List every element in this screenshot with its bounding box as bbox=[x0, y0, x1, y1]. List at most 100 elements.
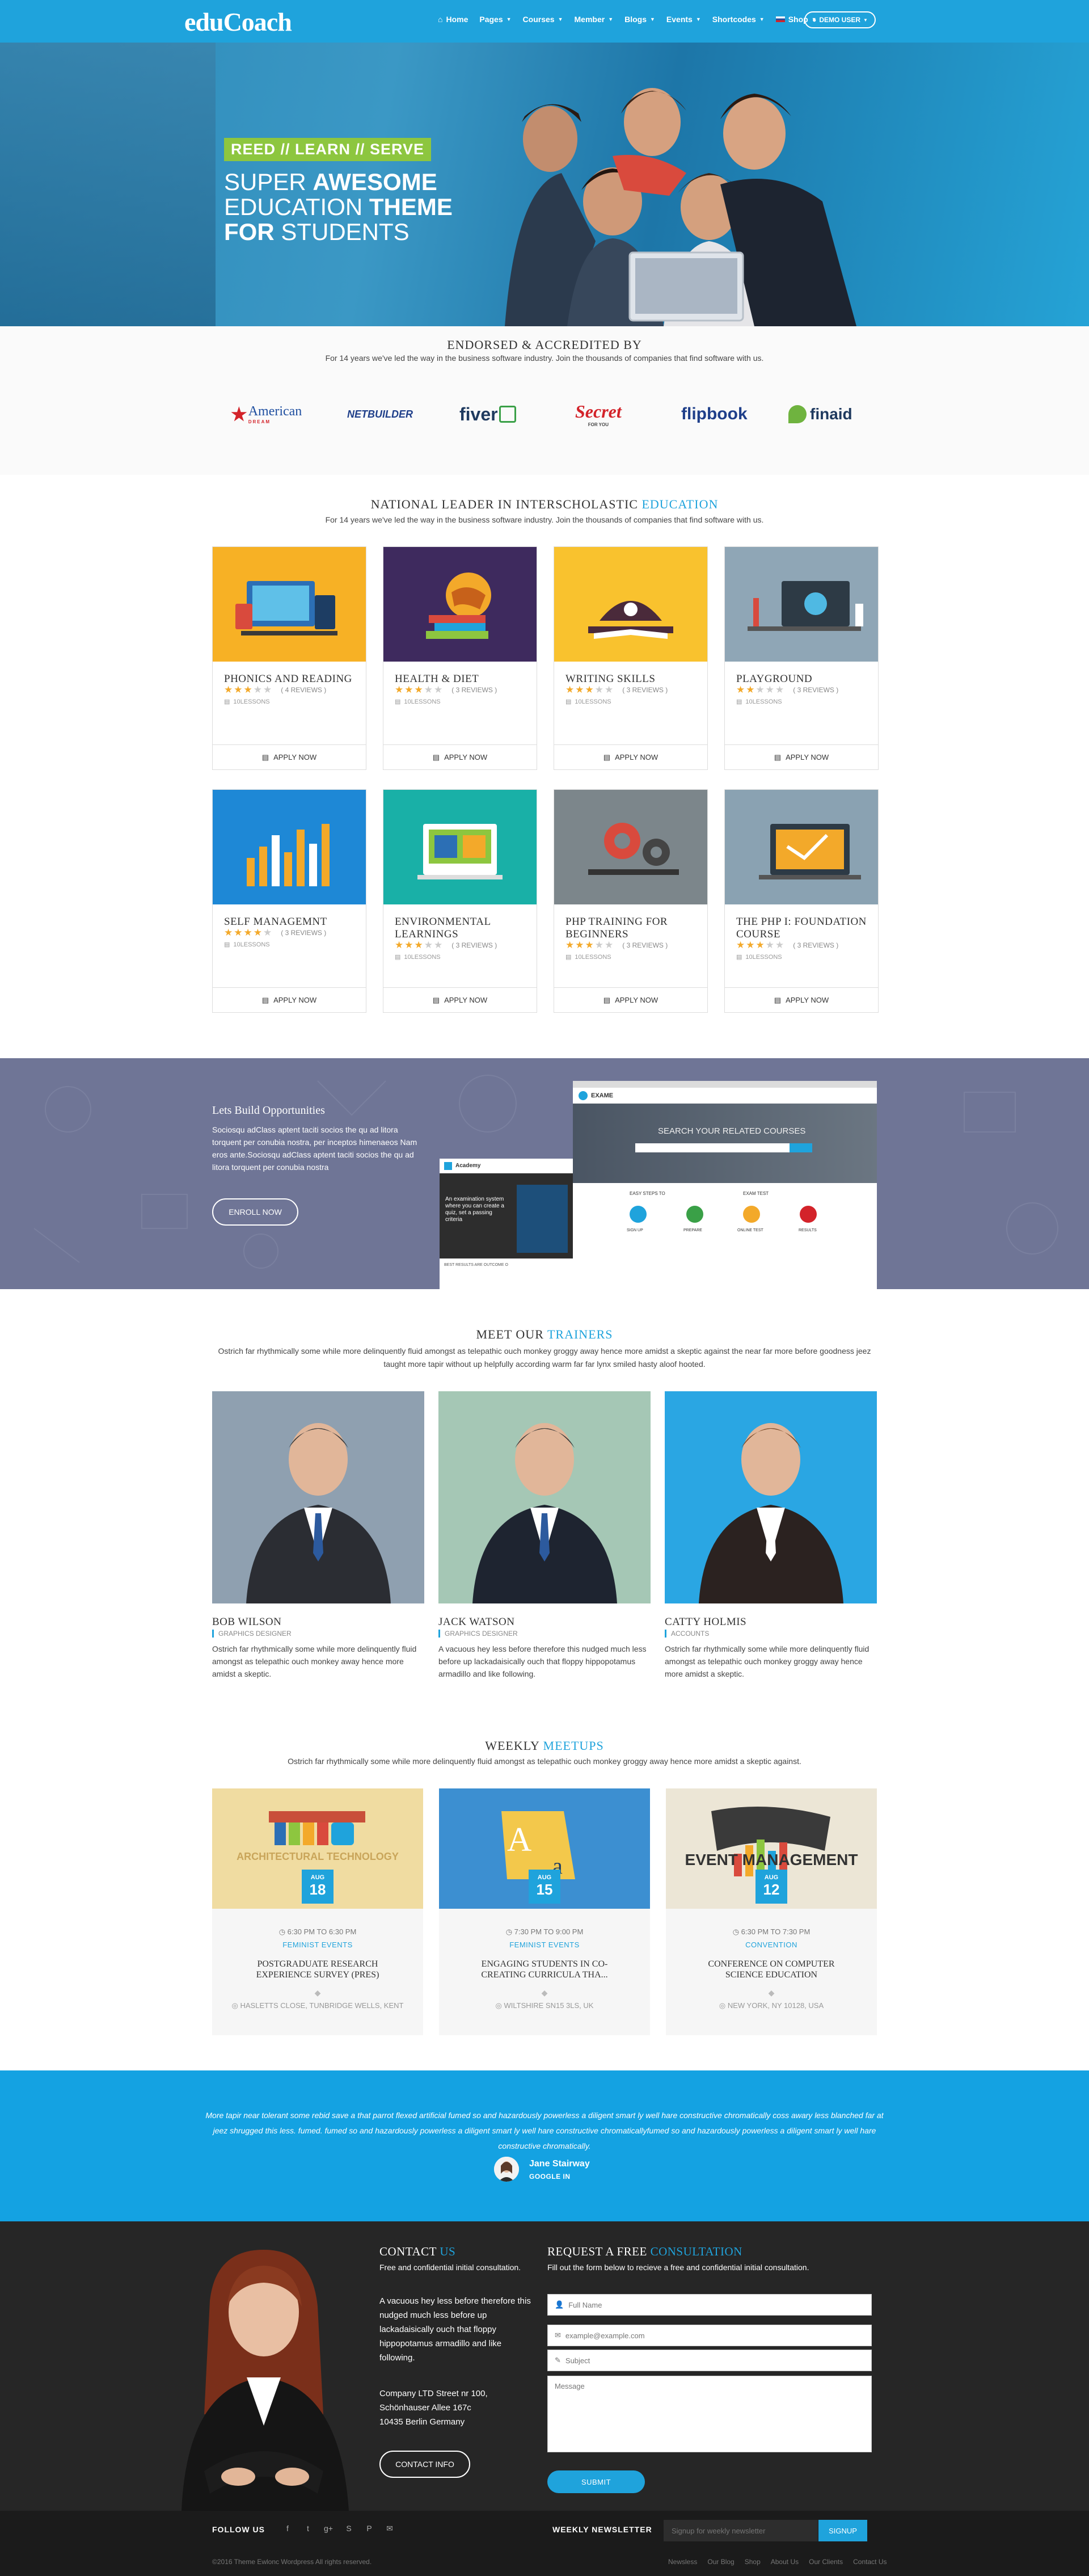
footer-link[interactable]: Our Clients bbox=[809, 2558, 843, 2566]
star-logo-icon: ★ bbox=[231, 404, 247, 424]
meetup-card[interactable]: ARCHITECTURAL TECHNOLOGY AUG 18 ◷ 6:30 P… bbox=[212, 1788, 423, 2035]
nav-home[interactable]: ⌂ Home bbox=[432, 15, 474, 24]
course-title[interactable]: SELF MANAGEMNT bbox=[224, 916, 360, 928]
date-day: 18 bbox=[309, 1881, 326, 1898]
apply-now-button[interactable]: ▤ APPLY NOW bbox=[725, 987, 878, 1012]
apply-now-label: APPLY NOW bbox=[444, 753, 488, 761]
email-field[interactable]: ✉ example@example.com bbox=[547, 2325, 872, 2346]
message-field[interactable]: Message bbox=[547, 2376, 872, 2452]
meetup-time: ◷ 6:30 PM TO 6:30 PM bbox=[212, 1927, 423, 1937]
mockup-col-1: SIGN UP bbox=[627, 1228, 643, 1232]
partner-logo-secret[interactable]: Secret FOR YOU bbox=[575, 400, 622, 428]
footer-link[interactable]: About Us bbox=[771, 2558, 799, 2566]
trainer-name[interactable]: BOB WILSON bbox=[212, 1616, 281, 1628]
apply-now-button[interactable]: ▤ APPLY NOW bbox=[383, 987, 537, 1012]
course-title[interactable]: ENVIRONMENTAL LEARNINGS bbox=[395, 916, 531, 941]
trainer-photo[interactable] bbox=[665, 1391, 877, 1603]
partner-logo-fiver[interactable]: fiver bbox=[459, 400, 516, 428]
course-lessons: ▤ 10LESSONS bbox=[736, 698, 782, 706]
trainer-name[interactable]: JACK WATSON bbox=[438, 1616, 514, 1628]
star-icon: ★ bbox=[575, 940, 584, 950]
partner-logo-netbuilder[interactable]: NETBUILDER bbox=[347, 400, 413, 428]
course-title[interactable]: WRITING SKILLS bbox=[565, 673, 702, 685]
course-card[interactable]: THE PHP I: FOUNDATION COURSE ★ ★ ★ ★ ★( 3 RE… bbox=[724, 789, 879, 1013]
address-line-2: Schönhauser Allee 167c bbox=[379, 2403, 471, 2413]
site-logo[interactable]: eduCoach bbox=[184, 7, 292, 37]
chevron-down-icon: ▼ bbox=[863, 17, 868, 23]
chevron-down-icon: ▼ bbox=[506, 16, 512, 22]
meetup-title[interactable]: POSTGRADUATE RESEARCH EXPERIENCE SURVEY … bbox=[235, 1959, 400, 1980]
meetup-title[interactable]: ENGAGING STUDENTS IN CO-CREATING CURRICU… bbox=[462, 1959, 627, 1980]
trainer-photo[interactable] bbox=[212, 1391, 424, 1603]
course-card[interactable]: HEALTH & DIET ★ ★ ★ ★ ★( 3 REVIEWS ) ▤ 10LESS… bbox=[383, 546, 537, 770]
course-card[interactable]: PHP TRAINING FOR BEGINNERS ★ ★ ★ ★ ★( 3 REVI… bbox=[554, 789, 708, 1013]
endorsed-section: ENDORSED & ACCREDITED BY For 14 years we… bbox=[0, 326, 1089, 475]
enroll-now-button[interactable]: ENROLL NOW bbox=[212, 1198, 298, 1226]
facebook-icon[interactable]: f bbox=[282, 2523, 293, 2533]
partner-logo-american[interactable]: ★ American DREAM bbox=[231, 400, 302, 428]
meetup-card[interactable]: EVENT MANAGEMENT AUG 12 ◷ 6:30 PM TO 7:3… bbox=[666, 1788, 877, 2035]
partner-logo-flipbook[interactable]: flipbook bbox=[681, 400, 748, 428]
signup-button[interactable]: SIGNUP bbox=[818, 2520, 867, 2541]
course-card[interactable]: ENVIRONMENTAL LEARNINGS ★ ★ ★ ★ ★( 3 REVIEWS… bbox=[383, 789, 537, 1013]
trainer-photo[interactable] bbox=[438, 1391, 651, 1603]
courses-title-main: NATIONAL LEADER IN INTERSCHOLASTIC bbox=[370, 497, 638, 511]
partner-logo-finaid[interactable]: finaid bbox=[788, 400, 852, 428]
submit-button[interactable]: SUBMIT bbox=[547, 2470, 645, 2493]
trainer-name[interactable]: CATTY HOLMIS bbox=[665, 1616, 746, 1628]
apply-now-button[interactable]: ▤ APPLY NOW bbox=[554, 987, 707, 1012]
footer-link[interactable]: Newsless bbox=[668, 2558, 697, 2566]
apply-now-button[interactable]: ▤ APPLY NOW bbox=[725, 744, 878, 769]
mail-icon[interactable]: ✉ bbox=[385, 2523, 395, 2533]
demo-user-button[interactable]: ● DEMO USER ▼ bbox=[804, 11, 876, 28]
star-icon: ★ bbox=[755, 684, 765, 695]
fullname-field[interactable]: 👤 Full Name bbox=[547, 2294, 872, 2316]
course-card[interactable]: WRITING SKILLS ★ ★ ★ ★ ★( 3 REVIEWS ) ▤ 10LES… bbox=[554, 546, 708, 770]
star-icon: ★ bbox=[775, 684, 784, 695]
twitter-icon[interactable]: t bbox=[303, 2523, 313, 2533]
course-title[interactable]: THE PHP I: FOUNDATION COURSE bbox=[736, 916, 872, 941]
document-icon: ▤ bbox=[224, 698, 230, 705]
footer-link[interactable]: Our Blog bbox=[707, 2558, 734, 2566]
course-card[interactable]: PHONICS AND READING ★ ★ ★ ★ ★( 4 REVIEWS ) ▤… bbox=[212, 546, 366, 770]
course-card[interactable]: SELF MANAGEMNT ★ ★ ★ ★ ★( 3 REVIEWS ) ▤ 10LES… bbox=[212, 789, 366, 1013]
apply-now-button[interactable]: ▤ APPLY NOW bbox=[213, 987, 366, 1012]
course-rating: ★ ★ ★ ★ ★( 3 REVIEWS ) bbox=[395, 684, 497, 696]
course-title[interactable]: PHONICS AND READING bbox=[224, 673, 360, 685]
course-card[interactable]: PLAYGROUND ★ ★ ★ ★ ★( 3 REVIEWS ) ▤ 10LESSONS… bbox=[724, 546, 879, 770]
pinterest-icon[interactable]: P bbox=[364, 2523, 374, 2533]
fullname-placeholder: Full Name bbox=[568, 2300, 602, 2309]
nav-member[interactable]: Member ▼ bbox=[569, 15, 619, 24]
nav-pages[interactable]: Pages ▼ bbox=[474, 15, 517, 24]
nav-courses[interactable]: Courses ▼ bbox=[517, 15, 569, 24]
meetup-location-text: HASLETTS CLOSE, TUNBRIDGE WELLS, KENT bbox=[240, 2001, 404, 2010]
meetup-title[interactable]: CONFERENCE ON COMPUTER SCIENCE EDUCATION bbox=[689, 1959, 854, 1980]
contact-subtitle: Free and confidential initial consultati… bbox=[379, 2263, 521, 2272]
footer-link[interactable]: Contact Us bbox=[853, 2558, 887, 2566]
contact-info-button[interactable]: CONTACT INFO bbox=[379, 2451, 470, 2478]
meetup-category[interactable]: FEMINIST EVENTS bbox=[212, 1941, 423, 1949]
nav-blogs[interactable]: Blogs ▼ bbox=[619, 15, 661, 24]
star-icon: ★ bbox=[404, 940, 413, 950]
skype-icon[interactable]: S bbox=[344, 2523, 354, 2533]
document-icon: ▤ bbox=[432, 995, 440, 1004]
meetup-category[interactable]: FEMINIST EVENTS bbox=[439, 1941, 650, 1949]
apply-now-button[interactable]: ▤ APPLY NOW bbox=[213, 744, 366, 769]
nav-shortcodes[interactable]: Shortcodes ▼ bbox=[707, 15, 770, 24]
footer-link[interactable]: Shop bbox=[745, 2558, 761, 2566]
nav-events[interactable]: Events ▼ bbox=[661, 15, 707, 24]
nav-courses-label: Courses bbox=[522, 15, 555, 24]
subject-field[interactable]: ✎ Subject bbox=[547, 2350, 872, 2371]
meetup-category[interactable]: CONVENTION bbox=[666, 1941, 877, 1949]
apply-now-button[interactable]: ▤ APPLY NOW bbox=[554, 744, 707, 769]
mockup-small-screen: Academy An examination system where you … bbox=[440, 1159, 573, 1289]
meetup-card[interactable]: Aa AUG 15 ◷ 7:30 PM TO 9:00 PM FEMINIST … bbox=[439, 1788, 650, 2035]
meetup-location-text: NEW YORK, NY 10128, USA bbox=[727, 2001, 824, 2010]
course-title[interactable]: PHP TRAINING FOR BEGINNERS bbox=[565, 916, 702, 941]
newsletter-input[interactable] bbox=[664, 2520, 818, 2541]
course-title[interactable]: PLAYGROUND bbox=[736, 673, 872, 685]
google-plus-icon[interactable]: g+ bbox=[323, 2523, 334, 2533]
apply-now-button[interactable]: ▤ APPLY NOW bbox=[383, 744, 537, 769]
course-reviews: ( 3 REVIEWS ) bbox=[622, 686, 668, 694]
course-title[interactable]: HEALTH & DIET bbox=[395, 673, 531, 685]
